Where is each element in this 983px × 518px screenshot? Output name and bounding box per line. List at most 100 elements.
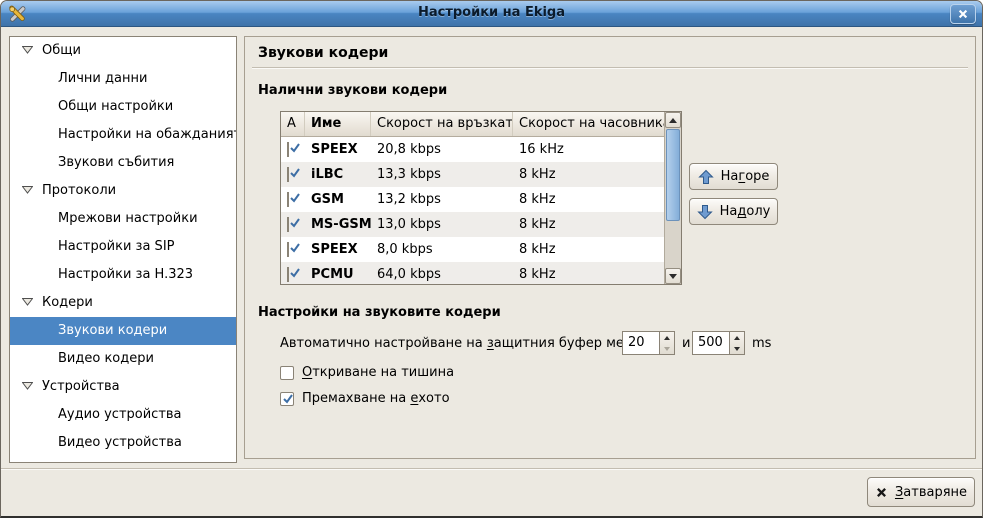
tree-group-label: Протоколи <box>42 183 116 198</box>
codec-table: А Име Скорост на връзката Скорост на час… <box>280 111 682 285</box>
column-header-clock[interactable]: Скорост на часовника <box>513 112 664 136</box>
jitter-min-spinbutton[interactable]: 20 <box>622 331 675 355</box>
check-icon <box>288 217 302 230</box>
expander-icon[interactable] <box>22 289 33 297</box>
table-row[interactable]: iLBC 13,3 kbps 8 kHz <box>281 162 664 187</box>
tree-item-video-codecs[interactable]: Видео кодери <box>10 345 236 373</box>
title-separator <box>252 67 968 69</box>
spinner-arrows <box>659 332 674 354</box>
arrow-up-icon <box>669 118 677 123</box>
silence-detection-label: Откриване на тишина <box>302 365 454 380</box>
move-down-button[interactable]: Надолу <box>689 198 778 225</box>
codecs-section-title: Налични звукови кодери <box>258 83 447 98</box>
close-button-label: Затваряне <box>895 485 967 500</box>
tree-group-label: Кодери <box>42 295 93 310</box>
codec-table-header: А Име Скорост на връзката Скорост на час… <box>281 112 681 137</box>
tree-item-video-devices[interactable]: Видео устройства <box>10 429 236 457</box>
table-row[interactable]: PCMU 64,0 kbps 8 kHz <box>281 262 664 285</box>
tree-item-sound-events[interactable]: Звукови събития <box>10 149 236 177</box>
tree-item-h323-settings[interactable]: Настройки за H.323 <box>10 261 236 289</box>
codec-bitrate: 13,3 kbps <box>371 167 513 182</box>
expander-icon[interactable] <box>22 177 33 185</box>
codec-name: PCMU <box>305 267 371 282</box>
jitter-min-value[interactable]: 20 <box>623 332 659 354</box>
codec-bitrate: 8,0 kbps <box>371 242 513 257</box>
table-row[interactable]: SPEEX 20,8 kbps 16 kHz <box>281 137 664 162</box>
codec-enabled-checkbox[interactable] <box>287 217 289 232</box>
spin-down-button[interactable] <box>730 343 744 354</box>
echo-cancellation-checkbox-row[interactable]: Премахване на ехото <box>280 391 450 406</box>
silence-detection-checkbox-row[interactable]: Откриване на тишина <box>280 365 454 380</box>
up-arrow-icon <box>698 169 714 185</box>
move-up-button[interactable]: Нагоре <box>689 163 778 190</box>
tree-group-general[interactable]: Общи <box>10 37 236 65</box>
codec-enabled-checkbox[interactable] <box>287 192 289 207</box>
jitter-max-spinbutton[interactable]: 500 <box>692 331 745 355</box>
scroll-down-button[interactable] <box>665 268 681 284</box>
content-panel: Звукови кодери Налични звукови кодери А … <box>244 36 976 459</box>
codec-name: SPEEX <box>305 242 371 257</box>
close-button[interactable]: Затваряне <box>867 477 975 507</box>
expander-icon[interactable] <box>22 373 33 381</box>
down-arrow-icon <box>697 204 713 220</box>
tree-group-devices[interactable]: Устройства <box>10 373 236 401</box>
arrow-up-icon <box>734 336 740 340</box>
tree-group-label: Общи <box>42 43 81 58</box>
check-icon <box>288 267 302 280</box>
page-title: Звукови кодери <box>258 45 388 61</box>
titlebar[interactable]: Настройки на Ekiga <box>1 1 982 27</box>
column-header-active[interactable]: А <box>281 112 305 136</box>
codec-clock: 8 kHz <box>513 167 664 182</box>
codec-clock: 8 kHz <box>513 217 664 232</box>
tree-item-sip-settings[interactable]: Настройки за SIP <box>10 233 236 261</box>
table-row[interactable]: SPEEX 8,0 kbps 8 kHz <box>281 237 664 262</box>
codec-enabled-checkbox[interactable] <box>287 267 289 282</box>
tree-item-network-settings[interactable]: Мрежови настройки <box>10 205 236 233</box>
preferences-tree: Общи Лични данни Общи настройки Настройк… <box>9 36 237 463</box>
codec-name: SPEEX <box>305 142 371 157</box>
jitter-unit-label: ms <box>752 336 771 351</box>
tree-group-codecs[interactable]: Кодери <box>10 289 236 317</box>
codec-enabled-checkbox[interactable] <box>287 167 289 182</box>
scrollbar-thumb[interactable] <box>666 129 680 221</box>
jitter-conjunction-label: и <box>682 336 690 351</box>
scroll-up-button[interactable] <box>665 112 681 128</box>
table-scrollbar[interactable] <box>664 112 681 284</box>
check-icon <box>281 392 295 406</box>
codec-enabled-checkbox[interactable] <box>287 242 289 257</box>
tree-item-general-settings[interactable]: Общи настройки <box>10 93 236 121</box>
tree-item-personal-data[interactable]: Лични данни <box>10 65 236 93</box>
tree-group-protocols[interactable]: Протоколи <box>10 177 236 205</box>
codec-clock: 16 kHz <box>513 142 664 157</box>
table-row[interactable]: GSM 13,2 kbps 8 kHz <box>281 187 664 212</box>
codec-bitrate: 20,8 kbps <box>371 142 513 157</box>
codec-clock: 8 kHz <box>513 192 664 207</box>
window-title: Настройки на Ekiga <box>1 5 982 20</box>
spin-up-button[interactable] <box>730 332 744 343</box>
window-close-button[interactable] <box>950 4 976 24</box>
spinner-arrows <box>729 332 744 354</box>
silence-detection-checkbox[interactable] <box>280 366 294 380</box>
jitter-max-value[interactable]: 500 <box>693 332 729 354</box>
tree-group-label: Устройства <box>42 379 120 394</box>
table-row[interactable]: MS-GSM 13,0 kbps 8 kHz <box>281 212 664 237</box>
jitter-buffer-label: Автоматично настройване на защитния буфе… <box>280 336 652 351</box>
codec-clock: 8 kHz <box>513 267 664 282</box>
codec-name: GSM <box>305 192 371 207</box>
codec-enabled-checkbox[interactable] <box>287 142 289 157</box>
tree-item-audio-codecs[interactable]: Звукови кодери <box>10 317 236 345</box>
footer-separator <box>1 468 982 470</box>
column-header-name[interactable]: Име <box>305 112 371 136</box>
close-icon <box>957 8 969 20</box>
expander-icon[interactable] <box>22 37 33 45</box>
check-icon <box>288 242 302 255</box>
spin-up-button[interactable] <box>660 332 674 343</box>
column-header-bitrate[interactable]: Скорост на връзката <box>371 112 513 136</box>
echo-cancellation-checkbox[interactable] <box>280 392 294 406</box>
arrow-down-icon <box>669 274 677 279</box>
codec-bitrate: 13,0 kbps <box>371 217 513 232</box>
tree-item-call-options[interactable]: Настройки на обажданията <box>10 121 236 149</box>
tree-item-audio-devices[interactable]: Аудио устройства <box>10 401 236 429</box>
spin-down-button[interactable] <box>660 343 674 354</box>
codec-bitrate: 13,2 kbps <box>371 192 513 207</box>
